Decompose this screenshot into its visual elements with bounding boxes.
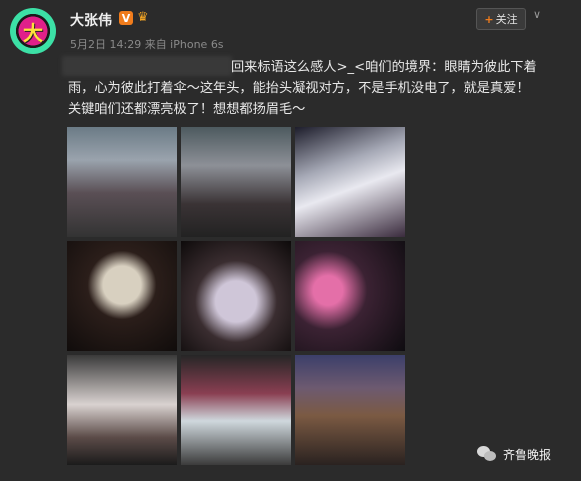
follow-button[interactable]: + 关注 xyxy=(476,8,526,30)
photo-thumbnail-6[interactable] xyxy=(295,241,405,351)
chevron-down-icon[interactable]: ∨ xyxy=(533,8,541,21)
wechat-icon xyxy=(477,444,497,464)
plus-icon: + xyxy=(484,12,494,26)
photo-thumbnail-4[interactable] xyxy=(67,241,177,351)
follow-label: 关注 xyxy=(495,13,518,26)
photo-thumbnail-9[interactable] xyxy=(295,355,405,465)
vip-crown-icon: ♛ xyxy=(137,10,149,25)
avatar[interactable]: 大 xyxy=(10,8,56,54)
photo-thumbnail-5[interactable] xyxy=(181,241,291,351)
watermark-label: 齐鲁晚报 xyxy=(503,447,552,462)
photo-thumbnail-3[interactable] xyxy=(295,127,405,237)
avatar-glyph: 大 xyxy=(23,20,43,45)
post-text-line1: 回来标语这么感人>_<咱们的境界：眼睛为彼此下着 xyxy=(231,60,537,75)
watermark: 齐鲁晚报 xyxy=(477,444,551,464)
post-text-line2: 雨，心为彼此打着伞～这年头，能抬头凝视对方，不是手机没电了，就是真爱！ xyxy=(68,81,530,96)
post-text: 回来标语这么感人>_<咱们的境界：眼睛为彼此下着 雨，心为彼此打着伞～这年头，能… xyxy=(68,57,568,120)
photo-grid xyxy=(67,127,407,467)
verified-badge: V xyxy=(119,11,133,25)
photo-thumbnail-2[interactable] xyxy=(181,127,291,237)
post-text-line3: 关键咱们还都漂亮极了！想想都扬眉毛～ xyxy=(68,102,306,117)
photo-thumbnail-1[interactable] xyxy=(67,127,177,237)
photo-thumbnail-7[interactable] xyxy=(67,355,177,465)
username[interactable]: 大张伟 xyxy=(70,10,112,30)
post-meta: 5月2日 14:29 来自 iPhone 6s xyxy=(70,38,224,51)
photo-thumbnail-8[interactable] xyxy=(181,355,291,465)
